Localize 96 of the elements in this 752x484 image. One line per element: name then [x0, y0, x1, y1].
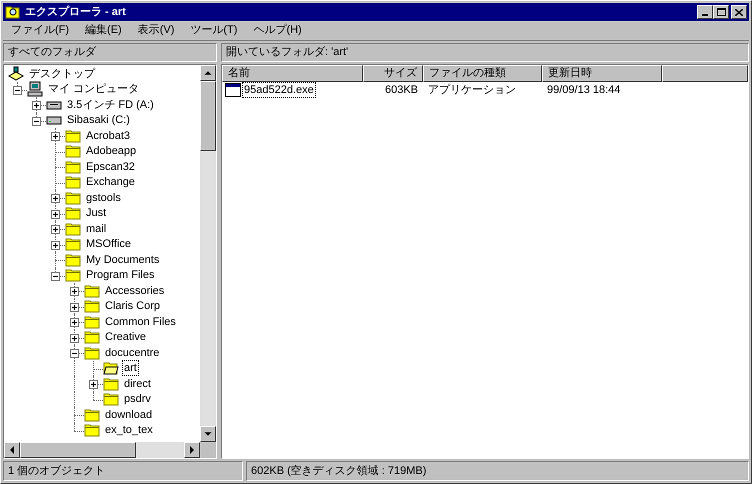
- application-icon: [225, 83, 241, 97]
- collapse-box[interactable]: [70, 349, 79, 358]
- tree-item[interactable]: Accessories: [103, 282, 166, 299]
- tree-item[interactable]: download: [103, 406, 154, 423]
- file-date: 99/09/13 18:44: [547, 84, 620, 96]
- scroll-thumb[interactable]: [20, 442, 136, 458]
- folder-icon: [84, 346, 100, 360]
- folder-icon: [65, 222, 81, 236]
- folder-icon: [65, 206, 81, 220]
- scroll-left-button[interactable]: [4, 442, 20, 458]
- folder-icon: [84, 299, 100, 314]
- minimize-button[interactable]: [697, 5, 713, 19]
- tree-item[interactable]: ex_to_tex: [103, 422, 155, 438]
- scroll-down-button[interactable]: [200, 426, 216, 442]
- pane-header: すべてのフォルダ: [3, 43, 217, 62]
- tree-item[interactable]: マイ コンピュータ: [46, 81, 142, 98]
- folder-icon: [65, 160, 81, 174]
- file-type: アプリケーション: [428, 84, 516, 96]
- tree-item[interactable]: MSOffice: [84, 236, 134, 252]
- expand-box[interactable]: [70, 334, 79, 342]
- expand-box[interactable]: [51, 225, 60, 234]
- file-size: 603KB: [384, 84, 418, 96]
- folder-icon: [65, 268, 81, 282]
- tree-item[interactable]: Common Files: [103, 314, 178, 330]
- status-panel: 602KB (空きディスク領域 : 719MB): [246, 461, 749, 481]
- tree-item[interactable]: Just: [84, 205, 108, 222]
- folder-icon: [103, 361, 119, 376]
- desktop-icon: [8, 66, 24, 82]
- column-header[interactable]: 名前: [222, 65, 363, 82]
- expand-box[interactable]: [51, 240, 60, 250]
- folder-icon: [65, 237, 81, 252]
- expand-box[interactable]: [32, 101, 41, 110]
- scroll-thumb[interactable]: [200, 81, 216, 151]
- tree-item[interactable]: Sibasaki (C:): [65, 112, 132, 128]
- tree-item[interactable]: Epscan32: [84, 158, 137, 175]
- status-panel: 1 個のオブジェクト: [3, 461, 243, 481]
- tree-item[interactable]: デスクトップ: [27, 66, 97, 82]
- maximize-button[interactable]: [713, 5, 729, 19]
- column-header[interactable]: ファイルの種類: [423, 65, 542, 82]
- folder-icon: [84, 284, 100, 298]
- column-header[interactable]: サイズ: [363, 65, 423, 82]
- tree-item[interactable]: direct: [122, 376, 153, 392]
- window-title: エクスプローラ - art: [25, 4, 126, 20]
- close-button[interactable]: [731, 5, 747, 19]
- collapse-box[interactable]: [32, 116, 41, 126]
- tree-item[interactable]: Acrobat3: [84, 128, 132, 144]
- pane-header: 開いているフォルダ: 'art': [221, 43, 749, 62]
- expand-box[interactable]: [89, 380, 98, 389]
- expand-box[interactable]: [51, 210, 60, 218]
- explorer-icon: [5, 4, 21, 20]
- folder-icon: [65, 144, 81, 158]
- tree-item[interactable]: Adobeapp: [84, 143, 138, 160]
- menu-item[interactable]: ファイル(F): [3, 22, 78, 39]
- menu-item[interactable]: 編集(E): [77, 22, 130, 39]
- collapse-box[interactable]: [13, 86, 22, 94]
- folder-icon: [84, 408, 100, 422]
- folder-icon: [65, 175, 81, 190]
- folder-icon: [84, 314, 100, 329]
- expand-box[interactable]: [51, 132, 60, 141]
- tree-item[interactable]: Creative: [103, 329, 148, 346]
- folder-icon: [84, 330, 100, 344]
- computer-icon: [27, 81, 43, 98]
- folder-icon: [65, 252, 81, 267]
- scroll-up-button[interactable]: [200, 65, 216, 81]
- folder-icon: [103, 392, 119, 406]
- tree-item[interactable]: docucentre: [103, 344, 162, 361]
- vertical-scrollbar[interactable]: [200, 65, 216, 442]
- tree-item[interactable]: 3.5インチ FD (A:): [65, 96, 156, 113]
- left-arrow-icon: [8, 446, 16, 454]
- tree-item[interactable]: gstools: [84, 190, 123, 206]
- scroll-right-button[interactable]: [184, 442, 200, 458]
- collapse-box[interactable]: [51, 272, 60, 280]
- tree-item[interactable]: Exchange: [84, 174, 137, 190]
- close-icon: [735, 8, 743, 16]
- file-name[interactable]: 95ad522d.exe: [242, 82, 316, 98]
- tree-item[interactable]: Program Files: [84, 267, 156, 284]
- expand-box[interactable]: [51, 194, 60, 203]
- folder-icon: [65, 128, 81, 143]
- menu-item[interactable]: ヘルプ(H): [245, 22, 310, 39]
- menu-item[interactable]: 表示(V): [130, 22, 182, 39]
- tree-item[interactable]: Claris Corp: [103, 298, 162, 314]
- folder-icon: [103, 376, 119, 391]
- expand-box[interactable]: [70, 287, 79, 296]
- horizontal-scrollbar[interactable]: [4, 442, 200, 458]
- folder-icon: [65, 190, 81, 205]
- column-header[interactable]: 更新日時: [542, 65, 662, 82]
- folder-icon: [84, 423, 100, 438]
- expand-box[interactable]: [70, 318, 79, 327]
- menu-item[interactable]: ツール(T): [182, 22, 246, 39]
- tree-item[interactable]: mail: [84, 220, 108, 237]
- tree-item[interactable]: psdrv: [122, 391, 153, 408]
- tree-item[interactable]: My Documents: [84, 252, 162, 268]
- expand-box[interactable]: [70, 302, 79, 312]
- right-arrow-icon: [188, 446, 196, 454]
- tree-item[interactable]: art: [122, 360, 139, 376]
- scrollbar-corner: [200, 442, 216, 458]
